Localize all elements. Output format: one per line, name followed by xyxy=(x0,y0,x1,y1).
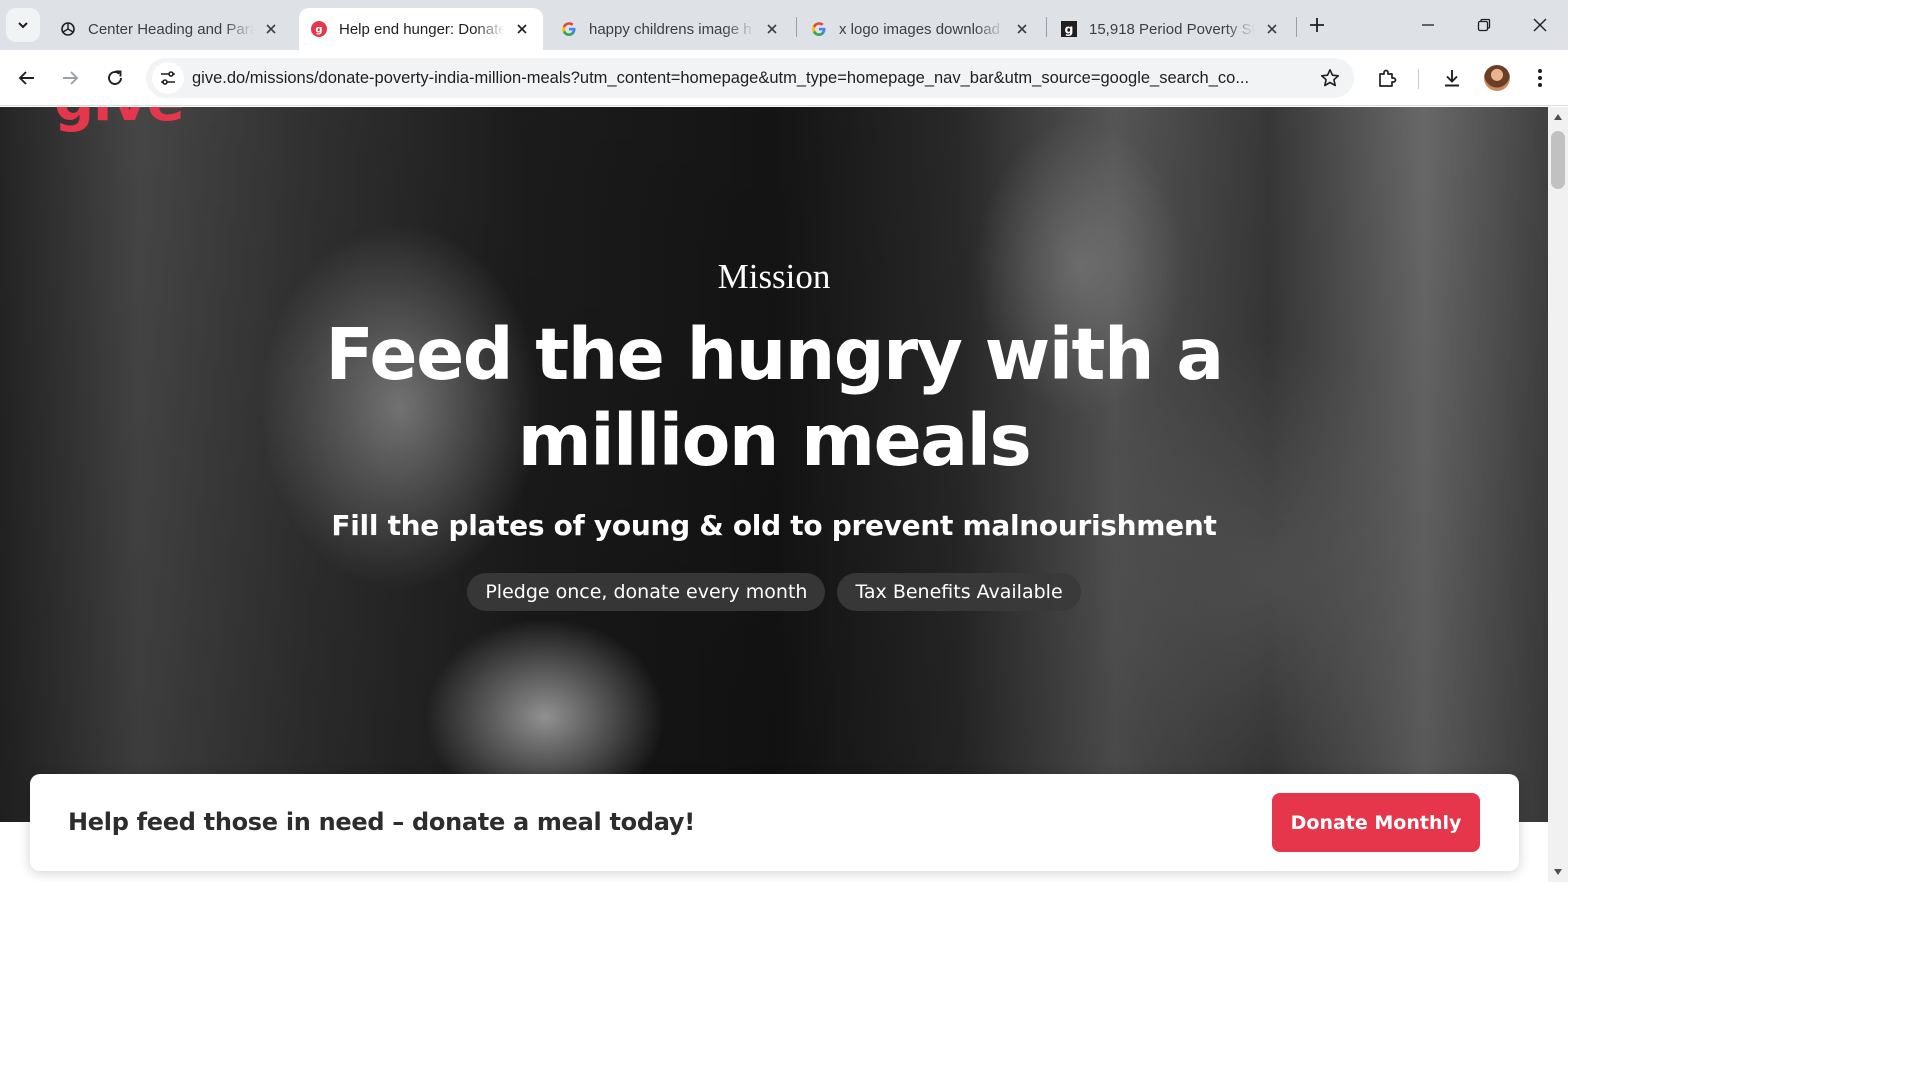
downloads-button[interactable] xyxy=(1434,60,1470,96)
tab-center-heading[interactable]: Center Heading and Para xyxy=(48,8,292,50)
hero-subtitle: Fill the plates of young & old to preven… xyxy=(331,509,1217,542)
arrow-left-icon xyxy=(18,71,34,85)
close-icon[interactable] xyxy=(511,18,533,40)
chatgpt-icon xyxy=(60,21,76,37)
tab-title: x logo images download xyxy=(839,20,1000,38)
tab-period-poverty-stock[interactable]: g 15,918 Period Poverty Sto xyxy=(1049,8,1293,50)
tab-separator xyxy=(1046,17,1047,37)
close-icon[interactable] xyxy=(1011,18,1033,40)
browser-toolbar: give.do/missions/donate-poverty-india-mi… xyxy=(0,50,1568,106)
chrome-menu-button[interactable] xyxy=(1522,60,1558,96)
pledge-pill: Pledge once, donate every month xyxy=(467,573,826,611)
plus-icon xyxy=(1310,18,1324,32)
tab-happy-childrens-image[interactable]: happy childrens image h xyxy=(549,8,793,50)
page-title: Feed the hungry with a million meals xyxy=(325,313,1224,482)
give-icon: g xyxy=(311,21,327,37)
triangle-down-icon xyxy=(1554,869,1562,875)
google-icon xyxy=(811,21,827,37)
chevron-down-icon xyxy=(18,22,28,29)
restore-icon xyxy=(1477,18,1491,32)
page-scrollbar[interactable] xyxy=(1548,107,1568,882)
close-icon[interactable] xyxy=(761,18,783,40)
google-icon xyxy=(561,21,577,37)
close-icon xyxy=(1533,18,1547,32)
minimize-icon xyxy=(1422,24,1434,26)
svg-text:g: g xyxy=(1065,21,1074,36)
address-bar[interactable]: give.do/missions/donate-poverty-india-mi… xyxy=(146,58,1354,98)
getty-icon: g xyxy=(1061,21,1077,37)
tab-strip: Center Heading and Para g Help end hunge… xyxy=(0,0,1568,50)
tab-title: 15,918 Period Poverty Sto xyxy=(1089,20,1255,38)
close-icon[interactable] xyxy=(260,18,282,40)
tab-separator xyxy=(796,17,797,37)
hero-banner: give Mission Feed the hungry with a mill… xyxy=(0,107,1548,822)
puzzle-icon xyxy=(1379,69,1397,87)
star-icon xyxy=(1320,69,1340,87)
extensions-button[interactable] xyxy=(1369,60,1405,96)
arrow-right-icon xyxy=(63,71,79,85)
scroll-down-arrow[interactable] xyxy=(1552,866,1564,878)
profile-avatar[interactable] xyxy=(1484,65,1510,91)
svg-text:g: g xyxy=(315,25,322,36)
donate-monthly-button[interactable]: Donate Monthly xyxy=(1272,793,1480,852)
reload-button[interactable] xyxy=(97,60,133,96)
close-icon[interactable] xyxy=(1261,18,1283,40)
donate-cta-bar: Help feed those in need – donate a meal … xyxy=(30,774,1519,871)
minimize-button[interactable] xyxy=(1400,0,1456,50)
back-button[interactable] xyxy=(9,60,45,96)
tune-icon xyxy=(161,71,175,85)
new-tab-button[interactable] xyxy=(1303,11,1331,39)
more-vertical-icon xyxy=(1538,69,1542,87)
tab-x-logo-images[interactable]: x logo images download xyxy=(799,8,1043,50)
scroll-up-arrow[interactable] xyxy=(1552,111,1564,123)
tab-title: Center Heading and Para xyxy=(88,20,254,38)
mission-eyebrow: Mission xyxy=(717,257,831,296)
feature-pills: Pledge once, donate every month Tax Bene… xyxy=(0,573,1548,611)
scrollbar-thumb[interactable] xyxy=(1551,131,1565,189)
bookmark-star-button[interactable] xyxy=(1314,62,1346,94)
toolbar-divider xyxy=(1418,69,1419,89)
tab-title: Help end hunger: Donate xyxy=(339,20,505,38)
forward-button[interactable] xyxy=(52,60,88,96)
tax-benefits-pill: Tax Benefits Available xyxy=(837,573,1081,611)
url-text[interactable]: give.do/missions/donate-poverty-india-mi… xyxy=(192,58,1308,98)
tab-title: happy childrens image h xyxy=(589,20,752,38)
site-info-button[interactable] xyxy=(152,62,184,94)
page-viewport: give Mission Feed the hungry with a mill… xyxy=(0,107,1548,882)
restore-button[interactable] xyxy=(1456,0,1512,50)
close-window-button[interactable] xyxy=(1512,0,1568,50)
tab-search-button[interactable] xyxy=(6,8,40,42)
cta-message: Help feed those in need – donate a meal … xyxy=(68,808,695,836)
tab-help-end-hunger[interactable]: g Help end hunger: Donate xyxy=(299,8,543,50)
triangle-up-icon xyxy=(1554,114,1562,120)
reload-icon xyxy=(108,70,122,85)
tab-separator xyxy=(1296,17,1297,37)
download-icon xyxy=(1445,70,1459,87)
give-logo[interactable]: give xyxy=(54,107,185,130)
